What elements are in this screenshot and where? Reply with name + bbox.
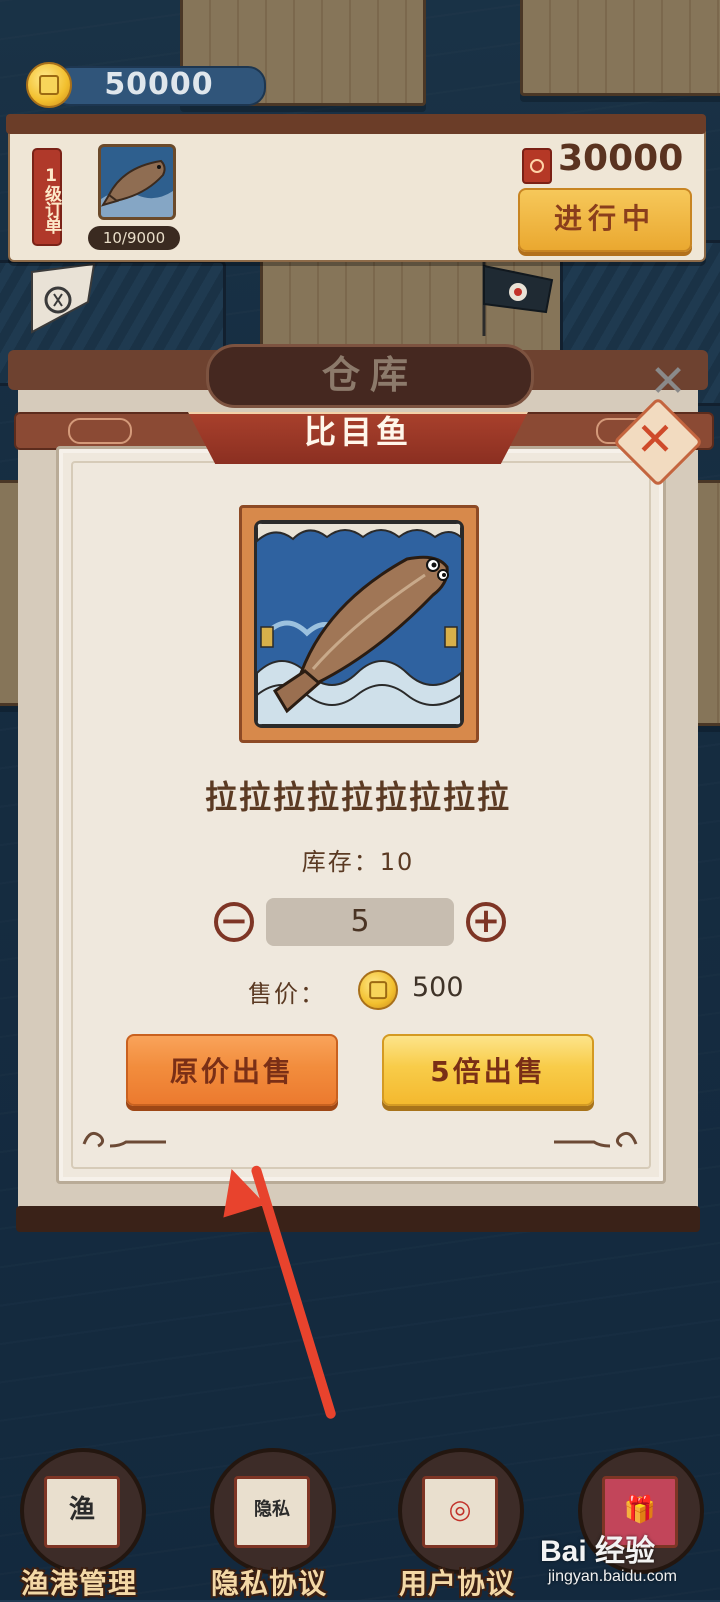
order-topbar bbox=[6, 114, 706, 134]
close-icon[interactable]: ✕ bbox=[626, 410, 684, 468]
order-status-button[interactable]: 进行中 bbox=[518, 188, 692, 252]
plus-circle-icon[interactable]: + bbox=[466, 902, 506, 942]
price-label: 售价： bbox=[248, 980, 326, 1008]
scroll-icon: 隐私 bbox=[234, 1476, 310, 1548]
order-progress: 10/9000 bbox=[88, 226, 180, 250]
nav-harbor-management[interactable]: 渔 渔港管理 bbox=[14, 1448, 146, 1600]
gold-coin-icon bbox=[358, 970, 398, 1010]
nav-privacy-policy[interactable]: 隐私 隐私协议 bbox=[204, 1448, 336, 1600]
fishing-port-icon: 渔 bbox=[44, 1476, 120, 1548]
item-description: 拉拉拉拉拉拉拉拉拉 bbox=[204, 778, 511, 816]
scroll-ornament-left-icon bbox=[82, 1131, 166, 1148]
halibut-icon bbox=[98, 144, 176, 220]
coin-amount: 50000 bbox=[104, 67, 214, 102]
warehouse-title: 仓库 bbox=[206, 344, 534, 408]
stock-count: 库存：10 bbox=[301, 848, 415, 876]
price-value: 500 bbox=[412, 972, 464, 1003]
coin-pill: 50000 bbox=[52, 66, 266, 106]
red-envelope-icon bbox=[522, 148, 552, 184]
scroll-ornament-right-icon bbox=[554, 1131, 638, 1148]
order-level-tag: 1级订单 bbox=[32, 148, 62, 246]
sell-original-button[interactable]: 原价出售 bbox=[126, 1034, 338, 1106]
sell-5x-button[interactable]: 5倍出售 bbox=[382, 1034, 594, 1106]
watermark-url: jingyan.baidu.com bbox=[548, 1568, 677, 1585]
flag-right-icon bbox=[482, 256, 554, 336]
dialog-title: 比目鱼 bbox=[303, 413, 412, 451]
gold-coin-icon bbox=[26, 62, 72, 108]
minus-circle-icon[interactable]: − bbox=[214, 902, 254, 942]
nav-user-agreement[interactable]: ◎ 用户协议 bbox=[392, 1448, 524, 1600]
warehouse-bottom-bar bbox=[16, 1206, 700, 1232]
order-reward-amount: 30000 bbox=[558, 138, 684, 179]
flag-left-icon bbox=[31, 262, 96, 334]
target-scroll-icon: ◎ bbox=[422, 1476, 498, 1548]
fish-image-card bbox=[239, 505, 479, 743]
cloud-ornament-left bbox=[68, 418, 132, 444]
nav-label: 隐私协议 bbox=[210, 1567, 327, 1600]
nav-label: 用户协议 bbox=[398, 1567, 515, 1600]
baidu-watermark: Bai 经验 bbox=[540, 1535, 656, 1568]
halibut-icon bbox=[254, 520, 464, 728]
quantity-input[interactable] bbox=[266, 898, 454, 946]
close-icon[interactable]: ✕ bbox=[648, 360, 688, 404]
coin-balance: 50000 bbox=[26, 62, 266, 108]
order-panel: 1级订单 10/9000 30000 进行中 bbox=[6, 114, 706, 262]
nav-label: 渔港管理 bbox=[20, 1567, 137, 1600]
